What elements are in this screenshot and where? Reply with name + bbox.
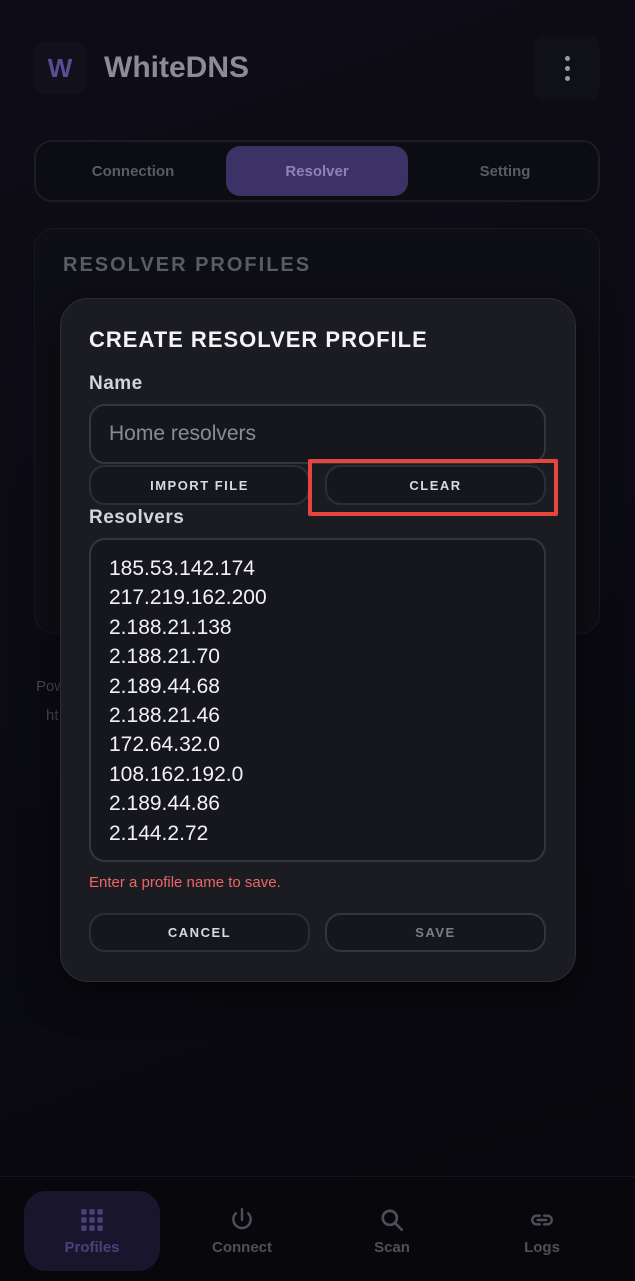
save-button[interactable]: SAVE (325, 913, 546, 952)
resolver-entry: 185.53.142.174 (109, 557, 255, 580)
profile-name-input[interactable] (89, 404, 546, 464)
resolver-entry: 2.188.21.138 (109, 615, 232, 639)
nav-profiles-label: Profiles (64, 1238, 120, 1256)
dialog-title: CREATE RESOLVER PROFILE (89, 327, 428, 352)
more-vertical-icon (564, 55, 570, 61)
app-logo-letter: W (47, 52, 73, 83)
nav-scan[interactable]: Scan (324, 1191, 460, 1271)
bottom-navigation: Profiles Connect Scan Logs (0, 1176, 635, 1281)
resolver-entry: 2.189.44.68 (109, 674, 220, 698)
footer-link-fragment: ht (46, 707, 59, 724)
nav-connect[interactable]: Connect (174, 1191, 310, 1271)
name-label: Name (89, 373, 143, 394)
resolvers-textarea[interactable]: 185.53.142.174 217.219.162.200 2.188.21.… (89, 538, 546, 862)
nav-logs-label: Logs (524, 1238, 560, 1256)
more-vertical-icon-dot (564, 75, 570, 81)
clear-button[interactable]: CLEAR (325, 465, 546, 505)
resolver-entry: 108.162.192.0 (109, 762, 244, 786)
tab-bar: Connection Resolver Setting (34, 140, 600, 202)
resolver-entry: 2.188.21.46 (109, 704, 220, 728)
search-icon (381, 1208, 404, 1231)
cancel-button[interactable]: CANCEL (89, 913, 310, 952)
tab-connection[interactable]: Connection (40, 146, 226, 196)
resolver-entry: 2.189.44.86 (109, 792, 220, 816)
app-title: WhiteDNS (104, 51, 249, 84)
resolver-profiles-title: RESOLVER PROFILES (63, 254, 312, 276)
more-options-button[interactable] (534, 36, 600, 100)
tab-resolver[interactable]: Resolver (226, 146, 408, 196)
resolver-entry: 2.144.2.72 (109, 821, 209, 845)
app-logo: W (34, 42, 86, 94)
tab-setting[interactable]: Setting (412, 146, 598, 196)
link-icon (531, 1213, 553, 1226)
nav-connect-label: Connect (212, 1238, 272, 1256)
grid-icon (81, 1208, 103, 1231)
resolver-entry: 2.188.21.70 (109, 645, 220, 669)
nav-profiles[interactable]: Profiles (24, 1191, 160, 1271)
validation-error-message: Enter a profile name to save. (89, 874, 281, 891)
power-icon (232, 1207, 252, 1229)
import-file-button[interactable]: IMPORT FILE (89, 465, 310, 505)
more-vertical-icon-dot (564, 65, 570, 71)
resolver-entry: 172.64.32.0 (109, 733, 220, 757)
resolver-entry: 217.219.162.200 (109, 586, 267, 610)
nav-scan-label: Scan (374, 1238, 410, 1256)
nav-logs[interactable]: Logs (474, 1191, 610, 1271)
resolvers-label: Resolvers (89, 507, 185, 528)
